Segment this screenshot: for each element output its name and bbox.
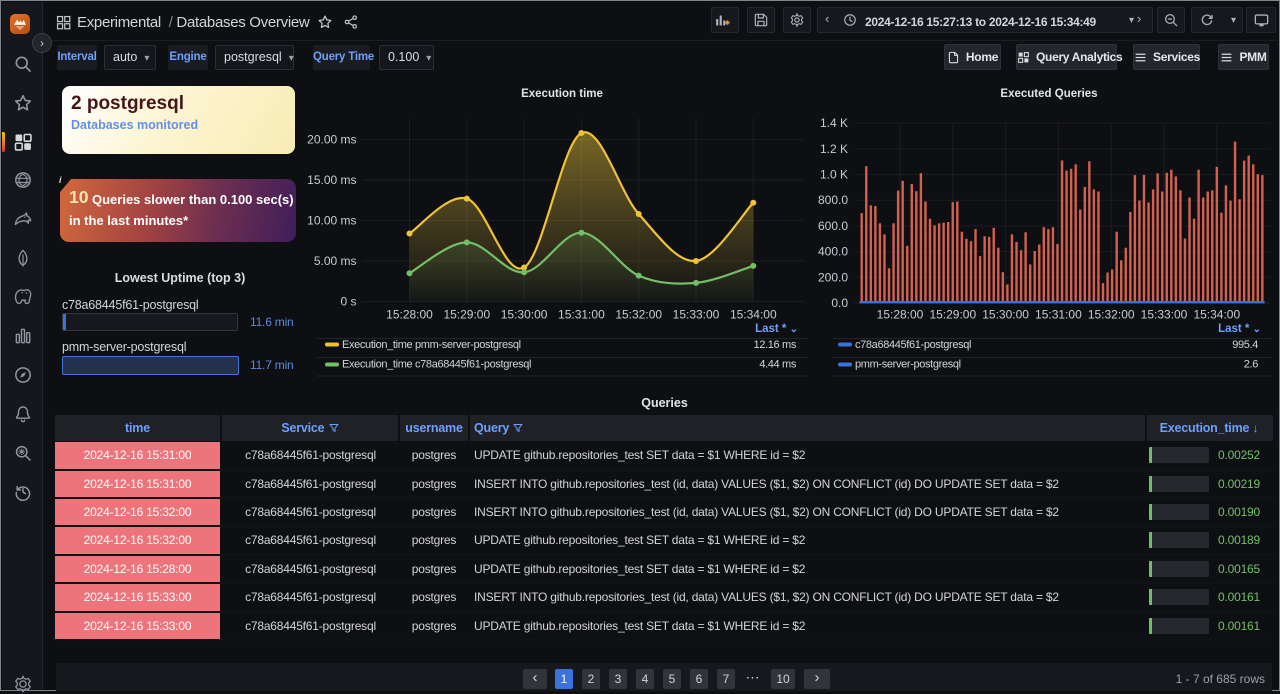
svg-text:15:29:00: 15:29:00: [443, 308, 490, 322]
svg-text:2.6: 2.6: [1244, 359, 1258, 371]
svg-text:12.16 ms: 12.16 ms: [754, 339, 797, 351]
svg-text:15:31:00: 15:31:00: [558, 308, 605, 322]
svg-text:15:29:00: 15:29:00: [929, 308, 976, 322]
svg-text:15:33:00: 15:33:00: [673, 308, 720, 322]
svg-text:Execution time: Execution time: [521, 88, 603, 100]
svg-text:1.0 K: 1.0 K: [820, 168, 848, 182]
svg-text:15:30:00: 15:30:00: [982, 308, 1029, 322]
svg-text:15.00 ms: 15.00 ms: [307, 173, 356, 187]
svg-text:15:32:00: 15:32:00: [1088, 308, 1135, 322]
svg-text:Executed Queries: Executed Queries: [1000, 88, 1097, 100]
svg-text:600.0: 600.0: [818, 219, 848, 233]
svg-text:15:32:00: 15:32:00: [615, 308, 662, 322]
svg-text:0 s: 0 s: [340, 295, 356, 309]
svg-text:15:31:00: 15:31:00: [1035, 308, 1082, 322]
svg-text:10.00 ms: 10.00 ms: [307, 214, 356, 228]
svg-text:20.00 ms: 20.00 ms: [307, 133, 356, 147]
svg-text:15:28:00: 15:28:00: [386, 308, 433, 322]
svg-text:Execution_time c78a68445f61-po: Execution_time c78a68445f61-postgresql: [342, 359, 531, 371]
svg-text:800.0: 800.0: [818, 193, 848, 207]
svg-text:400.0: 400.0: [818, 245, 848, 259]
svg-text:15:33:00: 15:33:00: [1141, 308, 1188, 322]
svg-text:0.0: 0.0: [831, 296, 848, 310]
svg-text:Execution_time pmm-server-post: Execution_time pmm-server-postgresql: [342, 339, 521, 351]
svg-text:1.4 K: 1.4 K: [820, 116, 848, 130]
svg-text:15:34:00: 15:34:00: [730, 308, 777, 322]
svg-text:995.4: 995.4: [1232, 339, 1258, 351]
svg-text:4.44 ms: 4.44 ms: [759, 359, 797, 371]
svg-text:1.2 K: 1.2 K: [820, 142, 848, 156]
svg-text:15:34:00: 15:34:00: [1193, 308, 1240, 322]
svg-text:15:30:00: 15:30:00: [501, 308, 548, 322]
svg-text:15:28:00: 15:28:00: [877, 308, 924, 322]
svg-text:pmm-server-postgresql: pmm-server-postgresql: [855, 359, 961, 371]
svg-text:5.00 ms: 5.00 ms: [314, 254, 357, 268]
svg-text:Last * ⌄: Last * ⌄: [755, 323, 798, 335]
svg-text:200.0: 200.0: [818, 270, 848, 284]
svg-text:c78a68445f61-postgresql: c78a68445f61-postgresql: [855, 339, 971, 351]
svg-text:Last * ⌄: Last * ⌄: [1218, 323, 1261, 335]
